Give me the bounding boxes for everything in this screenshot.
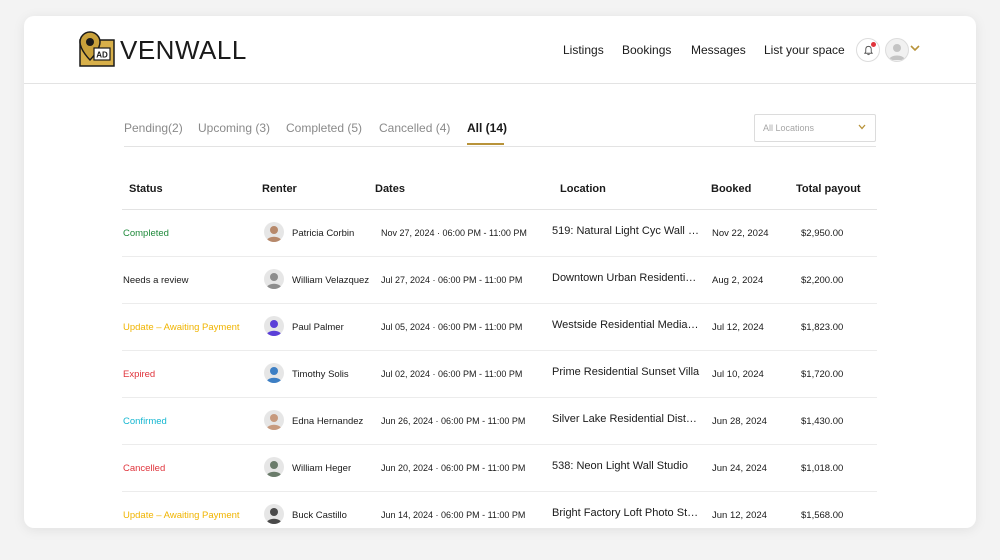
notifications-button[interactable] [856,38,880,62]
total-payout: $1,823.00 [801,322,844,333]
location-name: 519: Natural Light Cyc Wall Studio [552,225,700,237]
nav-messages[interactable]: Messages [691,43,746,57]
bookings-table-body: Completed Patricia Corbin Nov 27, 2024 · 0… [122,210,877,528]
location-name: Downtown Urban Residential Loft [552,272,700,284]
booking-dates: Jul 27, 2024 · 06:00 PM - 11:00 PM [381,275,523,285]
booked-date: Jul 10, 2024 [712,369,764,380]
renter-name: Timothy Solis [292,369,349,380]
logo-badge-text: AD [96,51,108,60]
booking-dates: Jun 26, 2024 · 06:00 PM - 11:00 PM [381,416,526,426]
renter-avatar [264,222,284,242]
booking-dates: Nov 27, 2024 · 06:00 PM - 11:00 PM [381,228,527,238]
chevron-down-icon [858,124,866,130]
booking-dates: Jul 05, 2024 · 06:00 PM - 11:00 PM [381,322,523,332]
location-name: Westside Residential Media Home [552,319,700,331]
table-row[interactable]: Update – Awaiting Payment Buck Castillo Ju… [122,492,877,528]
column-total-payout: Total payout [796,183,861,195]
renter-avatar [264,363,284,383]
total-payout: $1,568.00 [801,510,844,521]
renter-name: Paul Palmer [292,322,344,333]
chevron-down-icon[interactable] [910,44,920,52]
table-row[interactable]: Expired Timothy Solis Jul 02, 2024 · 06:00… [122,351,877,398]
location-filter-value: All Locations [763,123,815,133]
location-filter-select[interactable]: All Locations [754,114,876,142]
location-name: 538: Neon Light Wall Studio [552,460,688,472]
column-dates: Dates [375,183,405,195]
booked-date: Jun 28, 2024 [712,416,767,427]
renter-avatar [264,504,284,524]
status-text: Cancelled [123,463,166,474]
table-row[interactable]: Needs a review William Velazquez Jul 27, 2… [122,257,877,304]
booked-date: Nov 22, 2024 [712,228,769,239]
column-status: Status [129,183,163,195]
table-row[interactable]: Completed Patricia Corbin Nov 27, 2024 · 0… [122,210,877,257]
logo-icon: AD [79,31,115,67]
table-row[interactable]: Cancelled William Heger Jun 20, 2024 · 06:… [122,445,877,492]
booking-dates: Jul 02, 2024 · 06:00 PM - 11:00 PM [381,369,523,379]
booked-date: Jun 12, 2024 [712,510,767,521]
tab-completed[interactable]: Completed (5) [286,121,362,135]
logo[interactable]: AD VENWALL [76,30,247,70]
nav-bookings[interactable]: Bookings [622,43,671,57]
renter-avatar [264,316,284,336]
person-icon [264,316,284,336]
renter-avatar [264,457,284,477]
booked-date: Aug 2, 2024 [712,275,764,286]
nav-list-your-space[interactable]: List your space [764,43,845,57]
person-icon [264,504,284,524]
column-renter: Renter [262,183,297,195]
status-text: Update – Awaiting Payment [123,510,240,521]
table-header: Status Renter Dates Location Booked Tota… [122,176,877,210]
total-payout: $2,200.00 [801,275,844,286]
total-payout: $2,950.00 [801,228,844,239]
column-location: Location [560,183,606,195]
renter-name: Patricia Corbin [292,228,355,239]
person-icon [264,457,284,477]
app-window: AD VENWALL Listings Bookings Messages Li… [24,16,976,528]
person-icon [264,363,284,383]
person-icon [264,222,284,242]
notification-dot [871,42,876,47]
person-icon [264,410,284,430]
table-row[interactable]: Confirmed Edna Hernandez Jun 26, 2024 · 06… [122,398,877,445]
renter-name: Edna Hernandez [292,416,364,427]
total-payout: $1,430.00 [801,416,844,427]
user-icon [889,44,905,60]
status-text: Expired [123,369,156,380]
renter-name: Buck Castillo [292,510,347,521]
location-name: Bright Factory Loft Photo Studio [552,507,700,519]
tab-upcoming[interactable]: Upcoming (3) [198,121,270,135]
renter-avatar [264,410,284,430]
person-icon [264,269,284,289]
top-navbar: AD VENWALL Listings Bookings Messages Li… [24,16,976,84]
user-avatar[interactable] [885,38,909,62]
brand-name: VENWALL [120,34,247,65]
location-name: Silver Lake Residential District [552,413,700,425]
status-text: Completed [123,228,169,239]
status-text: Confirmed [123,416,167,427]
table-row[interactable]: Update – Awaiting Payment Paul Palmer Jul … [122,304,877,351]
nav-listings[interactable]: Listings [563,43,604,57]
location-name: Prime Residential Sunset Villa [552,366,700,378]
booked-date: Jul 12, 2024 [712,322,764,333]
status-text: Needs a review [123,275,189,286]
renter-name: William Velazquez [292,275,370,286]
tab-cancelled[interactable]: Cancelled (4) [379,121,450,135]
total-payout: $1,018.00 [801,463,844,474]
renter-name: William Heger [292,463,352,474]
status-text: Update – Awaiting Payment [123,322,240,333]
active-tab-indicator [467,143,504,145]
booking-dates: Jun 14, 2024 · 06:00 PM - 11:00 PM [381,510,526,520]
tab-pending[interactable]: Pending(2) [124,121,183,135]
booked-date: Jun 24, 2024 [712,463,767,474]
tab-all[interactable]: All (14) [467,121,507,135]
booking-dates: Jun 20, 2024 · 06:00 PM - 11:00 PM [381,463,526,473]
renter-avatar [264,269,284,289]
column-booked: Booked [711,183,752,195]
total-payout: $1,720.00 [801,369,844,380]
